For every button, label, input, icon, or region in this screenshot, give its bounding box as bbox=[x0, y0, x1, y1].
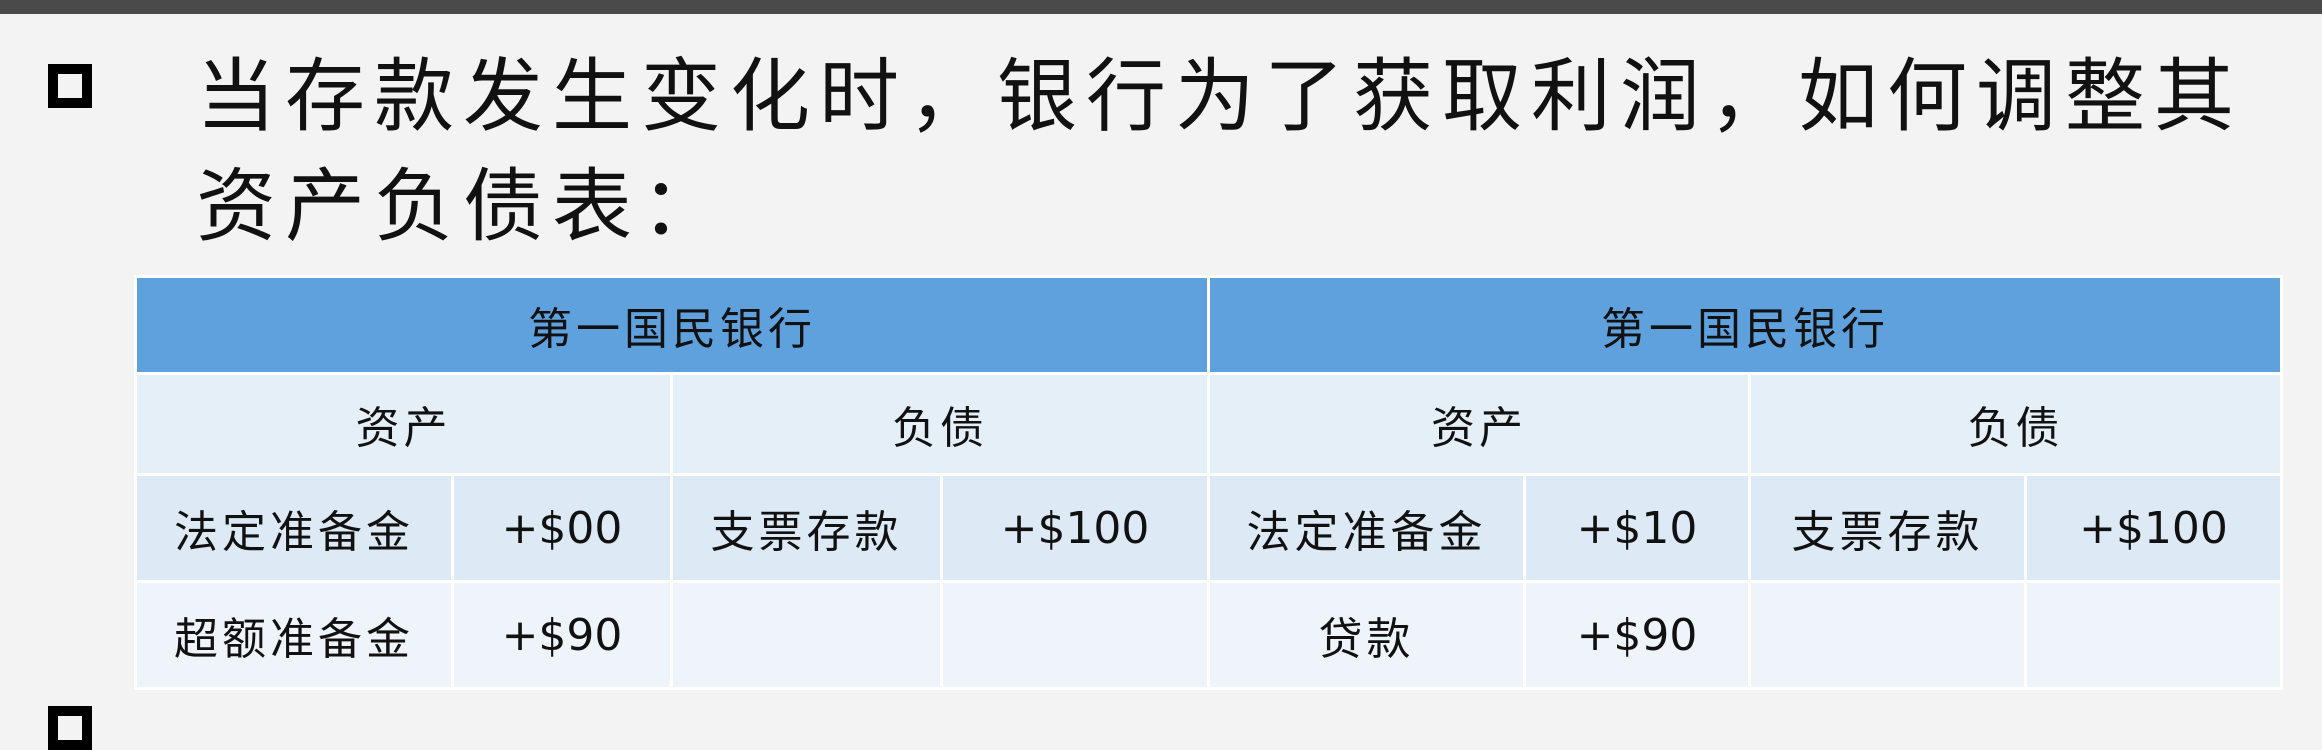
bank-name-left: 第一国民银行 bbox=[134, 275, 1210, 375]
table-cell: +$90 bbox=[451, 580, 673, 690]
table-cell: 支票存款 bbox=[1748, 473, 2027, 583]
table-cell: +$100 bbox=[940, 473, 1210, 583]
table-cell: +$100 bbox=[2024, 473, 2283, 583]
table-cell: +$90 bbox=[1523, 580, 1751, 690]
table-cell: 法定准备金 bbox=[1207, 473, 1526, 583]
assets-header-left: 资产 bbox=[134, 372, 673, 476]
square-bullet-icon bbox=[48, 706, 92, 750]
balance-sheet-table: 第一国民银行 第一国民银行 资产 负债 资产 负债 法定准备金 +$00 支票存… bbox=[134, 275, 2283, 690]
table-cell: 法定准备金 bbox=[134, 473, 454, 583]
liabilities-header-right: 负债 bbox=[1748, 372, 2283, 476]
square-bullet-icon bbox=[48, 64, 92, 108]
table-row: 法定准备金 +$00 支票存款 +$100 法定准备金 +$10 支票存款 +$… bbox=[134, 473, 2283, 583]
table-cell: 超额准备金 bbox=[134, 580, 454, 690]
table-row: 超额准备金 +$90 贷款 +$90 bbox=[134, 580, 2283, 690]
assets-header-right: 资产 bbox=[1207, 372, 1751, 476]
top-divider bbox=[0, 0, 2322, 14]
table-cell bbox=[2024, 580, 2283, 690]
table-cell bbox=[940, 580, 1210, 690]
table-cell bbox=[670, 580, 943, 690]
table-cell: +$00 bbox=[451, 473, 673, 583]
table-cell bbox=[1748, 580, 2027, 690]
liabilities-header-left: 负债 bbox=[670, 372, 1210, 476]
table-cell: 支票存款 bbox=[670, 473, 943, 583]
side-header-row: 资产 负债 资产 负债 bbox=[134, 372, 2283, 476]
slide-heading: 当存款发生变化时，银行为了获取利润，如何调整其资产负债表： bbox=[196, 50, 2243, 253]
bank-header-row: 第一国民银行 第一国民银行 bbox=[134, 275, 2283, 375]
table-cell: 贷款 bbox=[1207, 580, 1526, 690]
table-cell: +$10 bbox=[1523, 473, 1751, 583]
bank-name-right: 第一国民银行 bbox=[1207, 275, 2283, 375]
